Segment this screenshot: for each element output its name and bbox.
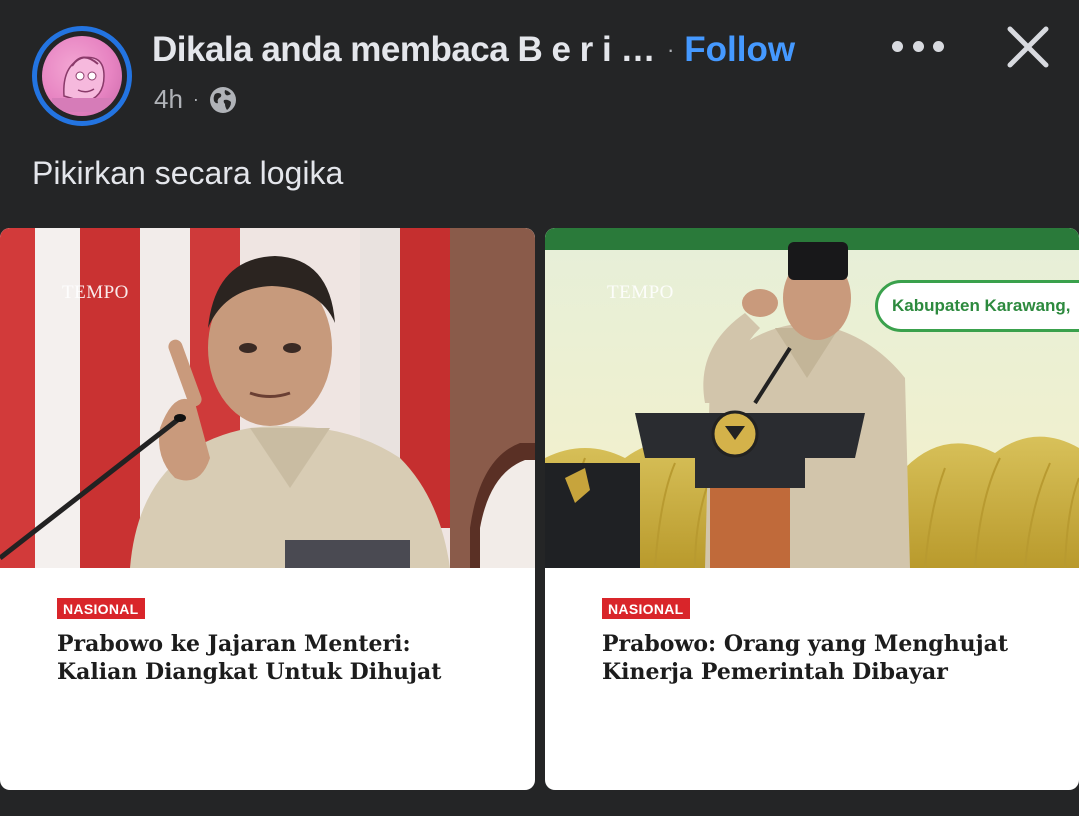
category-badge-1: NASIONAL	[57, 598, 145, 619]
article-headline-1[interactable]: Prabowo ke Jajaran Menteri: Kalian Diang…	[57, 630, 497, 686]
name-separator: ·	[666, 37, 675, 62]
more-dot	[933, 40, 944, 52]
close-button[interactable]	[1005, 24, 1051, 70]
author-name[interactable]: Dikala anda membaca B e r i …	[152, 30, 655, 70]
follow-button[interactable]: Follow	[684, 30, 795, 70]
more-dot	[892, 40, 903, 52]
more-dot	[912, 40, 924, 52]
banner-pill: Kabupaten Karawang,	[875, 280, 1079, 332]
post-meta: 4h ·	[154, 84, 237, 115]
category-badge-2: NASIONAL	[602, 598, 690, 619]
author-row: Dikala anda membaca B e r i … · Follow	[152, 30, 795, 70]
article-photo-2: TEMPO Kabupaten Karawang,	[545, 228, 1079, 568]
meta-separator: ·	[192, 89, 199, 109]
article-headline-2[interactable]: Prabowo: Orang yang Menghujat Kinerja Pe…	[602, 630, 1042, 686]
author-avatar[interactable]	[32, 26, 132, 126]
more-options-button[interactable]	[892, 34, 944, 58]
watermark-1: TEMPO	[62, 282, 129, 303]
globe-icon	[209, 86, 237, 114]
avatar-image	[42, 36, 122, 116]
post-time[interactable]: 4h	[154, 84, 183, 115]
post-text: Pikirkan secara logika	[32, 155, 344, 191]
close-icon	[1007, 26, 1049, 68]
article-card-1[interactable]: TEMPO NASIONAL Prabowo ke Jajaran Menter…	[0, 228, 535, 790]
banner-text: Kabupaten Karawang,	[892, 296, 1071, 315]
watermark-2: TEMPO	[607, 282, 674, 303]
article-card-2[interactable]: TEMPO Kabupaten Karawang, NASIONAL Prabo…	[545, 228, 1079, 790]
article-photo-1: TEMPO	[0, 228, 535, 568]
